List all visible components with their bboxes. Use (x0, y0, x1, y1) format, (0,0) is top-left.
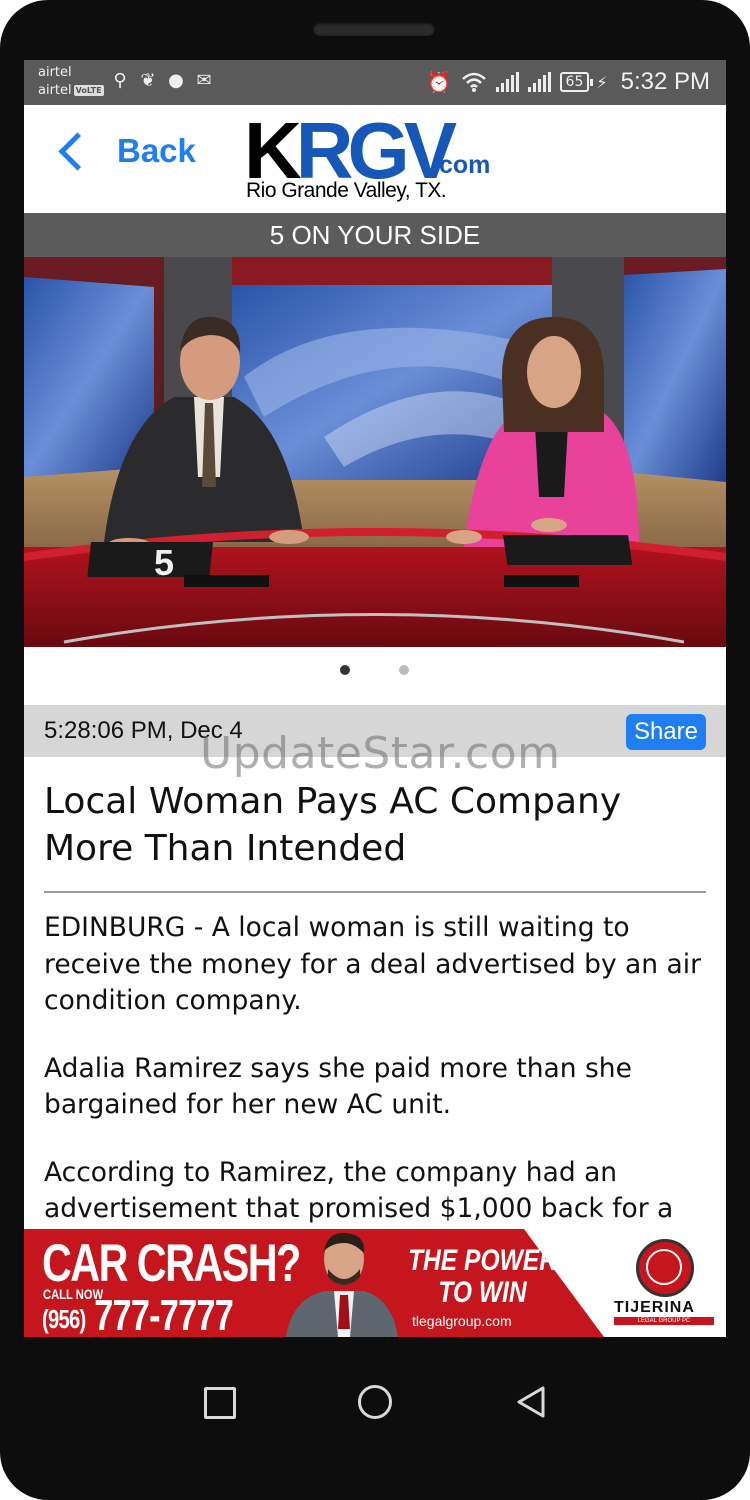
ad-slogan: THE POWER TO WIN (408, 1245, 557, 1309)
scales-of-justice-icon (636, 1239, 694, 1297)
signal-icon (495, 72, 519, 92)
article-meta-bar: 5:28:06 PM, Dec 4 Share (24, 705, 726, 757)
article-headline: Local Woman Pays AC Company More Than In… (44, 781, 622, 869)
krgv-logo: KRGV .com Rio Grande Valley, TX. (244, 111, 494, 207)
back-button[interactable]: Back (52, 131, 196, 171)
hero-image[interactable]: 5 (24, 257, 726, 647)
section-title: 5 ON YOUR SIDE (24, 213, 726, 257)
signal-icon (527, 72, 551, 92)
article-paragraph: Adalia Ramirez says she paid more than s… (44, 1052, 632, 1121)
recents-icon[interactable] (204, 1387, 236, 1419)
mail-settings-icon: ✉ (196, 70, 212, 91)
chat-icon: ● (168, 70, 184, 91)
screen: airtel airtel VoLTE ⚲ ❦ ● ✉ ⏰ 65 ⚡ 5:32 … (24, 60, 726, 1337)
system-icons: ⏰ 65 ⚡ 5:32 PM (427, 68, 710, 96)
notification-icons: ⚲ ❦ ● ✉ (110, 70, 214, 92)
article-body: EDINBURG - A local woman is still waitin… (44, 910, 714, 1259)
ad-phone: 777-7777 (94, 1291, 234, 1337)
feather-icon: ❦ (140, 70, 156, 91)
desk-number-label: 5 (154, 542, 174, 583)
charging-icon: ⚡ (596, 72, 608, 92)
divider (44, 891, 706, 893)
ad-url: tlegalgroup.com (412, 1313, 512, 1329)
volte-badge: VoLTE (73, 85, 104, 96)
wifi-icon (461, 72, 486, 92)
article-paragraph: According to Ramirez, the company had an… (44, 1156, 674, 1225)
carrier-1: airtel (38, 65, 72, 80)
share-button[interactable]: Share (625, 714, 706, 750)
ad-firm-name: TIJERINA (614, 1299, 695, 1316)
usb-icon: ⚲ (113, 70, 127, 91)
status-bar: airtel airtel VoLTE ⚲ ❦ ● ✉ ⏰ 65 ⚡ 5:32 … (24, 60, 726, 105)
carousel-indicator (24, 663, 726, 679)
ad-banner[interactable]: CAR CRASH? CALL NOW (956) 777-7777 THE P… (24, 1229, 726, 1337)
back-label: Back (117, 132, 196, 169)
ad-area-code: (956) (42, 1304, 86, 1334)
carrier-info: airtel airtel VoLTE (38, 64, 104, 100)
carrier-2: airtel (38, 83, 72, 98)
phone-frame: airtel airtel VoLTE ⚲ ❦ ● ✉ ⏰ 65 ⚡ 5:32 … (0, 0, 750, 1500)
android-nav-bar (0, 1337, 750, 1467)
logo-com: .com (432, 151, 491, 179)
ad-headline: CAR CRASH? (42, 1234, 301, 1293)
alarm-icon: ⏰ (426, 70, 452, 94)
carousel-dot-active[interactable] (340, 665, 350, 675)
status-time: 5:32 PM (620, 68, 710, 95)
ad-phone-number: (956) 777-7777 (42, 1291, 234, 1337)
ad-slogan-1: THE POWER (408, 1244, 557, 1277)
article-timestamp: 5:28:06 PM, Dec 4 (44, 717, 243, 744)
ad-firm-subtitle: LEGAL GROUP PC (614, 1317, 714, 1325)
nav-back-icon[interactable] (516, 1385, 546, 1419)
ad-slogan-2: TO WIN (438, 1276, 527, 1309)
logo-tagline: Rio Grande Valley, TX. (246, 179, 447, 202)
app-header: Back KRGV .com Rio Grande Valley, TX. (24, 105, 726, 213)
article-paragraph: EDINBURG - A local woman is still waitin… (44, 912, 702, 1016)
chevron-left-icon (58, 131, 97, 171)
earpiece-speaker (313, 22, 435, 36)
news-studio-image: 5 (24, 257, 726, 647)
carousel-dot[interactable] (399, 665, 409, 675)
home-icon[interactable] (358, 1385, 392, 1419)
battery-icon: 65 (559, 72, 594, 92)
